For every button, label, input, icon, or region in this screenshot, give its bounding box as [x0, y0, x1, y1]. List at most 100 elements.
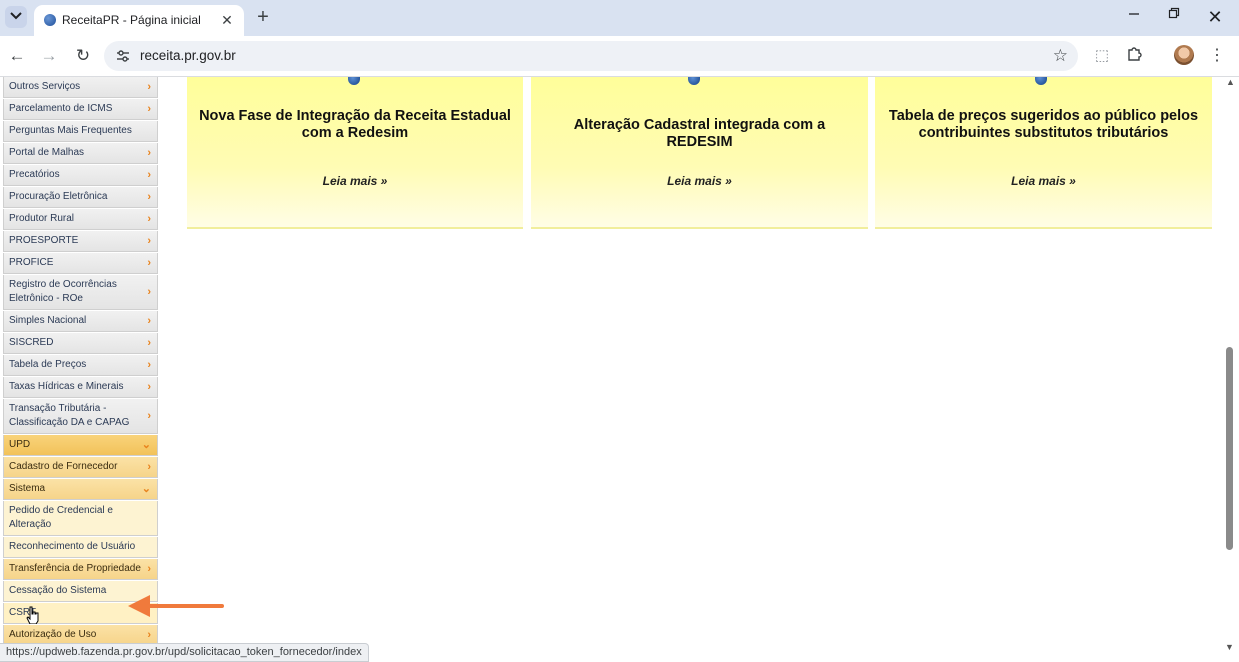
sidebar-menu: Outros Serviços › Parcelamento de ICMS › P… — [3, 77, 160, 647]
sidebar-item-parcelamento-icms[interactable]: Parcelamento de ICMS › — [3, 99, 158, 120]
news-title[interactable]: Tabela de preços sugeridos ao público pe… — [883, 108, 1204, 142]
sidebar-item-label: Procuração Eletrônica — [9, 191, 108, 202]
page-viewport: Outros Serviços › Parcelamento de ICMS › P… — [0, 77, 1239, 661]
sidebar-item-label: Parcelamento de ICMS — [9, 103, 113, 114]
sidebar-item-produtor-rural[interactable]: Produtor Rural › — [3, 209, 158, 230]
sidebar-item-profice[interactable]: PROFICE › — [3, 253, 158, 274]
sidebar-item-cadastro-fornecedor[interactable]: Cadastro de Fornecedor › — [3, 457, 158, 478]
chevron-right-icon: › — [147, 315, 151, 327]
sidebar-item-upd[interactable]: UPD ⌄ — [3, 435, 158, 456]
puzzle-icon — [1128, 47, 1142, 61]
sidebar-item-label: Cessação do Sistema — [9, 585, 107, 596]
sidebar-item-label: Outros Serviços — [9, 81, 81, 92]
new-tab-button[interactable]: + — [252, 6, 274, 28]
close-window-button[interactable]: ✕ — [1202, 6, 1228, 28]
news-card: Nova Fase de Integração da Receita Estad… — [187, 77, 523, 229]
sidebar-item-label: SISCRED — [9, 337, 54, 348]
sidebar-item-label: Reconhecimento de Usuário — [9, 541, 136, 552]
chevron-right-icon: › — [147, 359, 151, 371]
sidebar-item-label: Autorização de Uso — [9, 629, 97, 640]
more-menu-icon[interactable]: ⋮ — [1207, 46, 1227, 66]
read-more-link[interactable]: Leia mais » — [187, 174, 523, 188]
sidebar-item-simples-nacional[interactable]: Simples Nacional › — [3, 311, 158, 332]
chevron-down-icon: ⌄ — [141, 439, 151, 451]
chevron-right-icon: › — [147, 286, 151, 298]
forward-arrow-icon[interactable]: → — [38, 45, 60, 67]
read-more-link[interactable]: Leia mais » — [531, 174, 868, 188]
sidebar-item-transacao[interactable]: Transação Tributária - Classificação DA … — [3, 399, 158, 434]
sidebar-item-outros-servicos[interactable]: Outros Serviços › — [3, 77, 158, 98]
chevron-right-icon: › — [147, 213, 151, 225]
sidebar-item-procuracao[interactable]: Procuração Eletrônica › — [3, 187, 158, 208]
sidebar-item-label: PROESPORTE — [9, 235, 79, 246]
extension-icon[interactable]: ⬚ — [1092, 46, 1112, 66]
news-card: Alteração Cadastral integrada com a REDE… — [531, 77, 868, 229]
chevron-right-icon: › — [147, 410, 151, 422]
sidebar-item-label: Portal de Malhas — [9, 147, 85, 158]
chevron-right-icon: › — [147, 257, 151, 269]
sidebar-item-tabela-precos[interactable]: Tabela de Preços › — [3, 355, 158, 376]
chevron-right-icon: › — [147, 629, 151, 641]
chevron-down-icon: ⌄ — [141, 483, 151, 495]
site-settings-icon[interactable] — [115, 48, 131, 64]
status-url-bar: https://updweb.fazenda.pr.gov.br/upd/sol… — [0, 643, 369, 662]
sidebar-item-sistema[interactable]: Sistema ⌄ — [3, 479, 158, 500]
news-title[interactable]: Alteração Cadastral integrada com a REDE… — [539, 117, 860, 151]
back-arrow-icon[interactable]: ← — [6, 45, 28, 67]
sidebar-item-label: Produtor Rural — [9, 213, 75, 224]
tab-title: ReceitaPR - Página inicial — [62, 13, 201, 27]
bookmark-star-icon[interactable]: ☆ — [1053, 46, 1068, 66]
browser-tab-bar: ReceitaPR - Página inicial ✕ + ✕ — [0, 0, 1239, 36]
sidebar-item-label: Pedido de Credencial e Alteração — [9, 505, 113, 530]
sidebar-item-taxas[interactable]: Taxas Hídricas e Minerais › — [3, 377, 158, 398]
sidebar-item-portal-malhas[interactable]: Portal de Malhas › — [3, 143, 158, 164]
chevron-right-icon: › — [147, 235, 151, 247]
sidebar-item-label: UPD — [9, 439, 31, 450]
chevron-right-icon: › — [147, 103, 151, 115]
sidebar-item-proesporte[interactable]: PROESPORTE › — [3, 231, 158, 252]
url-text[interactable]: receita.pr.gov.br — [140, 48, 236, 63]
sidebar-item-siscred[interactable]: SISCRED › — [3, 333, 158, 354]
extensions-puzzle-icon[interactable] — [1124, 46, 1144, 66]
reload-icon[interactable]: ↻ — [72, 45, 94, 67]
sidebar-item-perguntas[interactable]: Perguntas Mais Frequentes — [3, 121, 158, 142]
sidebar-item-label: PROFICE — [9, 257, 54, 268]
profile-avatar[interactable] — [1174, 45, 1194, 65]
pin-icon — [1035, 77, 1047, 85]
address-bar[interactable]: receita.pr.gov.br ☆ — [104, 41, 1078, 71]
chevron-right-icon: › — [147, 191, 151, 203]
annotation-arrow-icon — [128, 595, 224, 617]
sidebar-item-label: Simples Nacional — [9, 315, 87, 326]
read-more-link[interactable]: Leia mais » — [875, 174, 1212, 188]
sidebar-item-pedido-credencial[interactable]: Pedido de Credencial e Alteração — [3, 501, 158, 536]
close-tab-icon[interactable]: ✕ — [218, 11, 236, 29]
sidebar-item-label: Perguntas Mais Frequentes — [9, 125, 132, 136]
scrollbar-thumb[interactable] — [1226, 347, 1233, 550]
chevron-right-icon: › — [147, 147, 151, 159]
restore-icon — [1168, 7, 1180, 19]
sidebar-item-reconhecimento[interactable]: Reconhecimento de Usuário — [3, 537, 158, 558]
chevron-right-icon: › — [147, 381, 151, 393]
tab-search-button[interactable] — [5, 6, 27, 28]
chevron-right-icon: › — [147, 169, 151, 181]
chevron-down-icon — [10, 12, 22, 20]
active-tab[interactable]: ReceitaPR - Página inicial ✕ — [34, 5, 244, 36]
scroll-down-arrow-icon[interactable]: ▼ — [1225, 642, 1234, 652]
browser-toolbar: ← → ↻ receita.pr.gov.br ☆ ⬚ ⋮ — [0, 36, 1239, 77]
scroll-up-arrow-icon[interactable]: ▲ — [1226, 77, 1235, 87]
sidebar-item-transferencia[interactable]: Transferência de Propriedade › — [3, 559, 158, 580]
restore-button[interactable] — [1161, 6, 1187, 28]
site-favicon-icon — [44, 14, 56, 26]
sidebar-item-label: Transferência de Propriedade — [9, 563, 141, 574]
sidebar-item-label: Transação Tributária - Classificação DA … — [9, 403, 130, 428]
news-title[interactable]: Nova Fase de Integração da Receita Estad… — [195, 108, 515, 142]
sidebar-item-roe[interactable]: Registro de Ocorrências Eletrônico - ROe… — [3, 275, 158, 310]
pin-icon — [348, 77, 360, 85]
sidebar-item-label: Precatórios — [9, 169, 60, 180]
minimize-button[interactable] — [1121, 6, 1147, 28]
chevron-right-icon: › — [147, 461, 151, 473]
chevron-right-icon: › — [147, 563, 151, 575]
sidebar-item-label: Taxas Hídricas e Minerais — [9, 381, 124, 392]
sidebar-item-precatorios[interactable]: Precatórios › — [3, 165, 158, 186]
hand-cursor-icon — [26, 606, 39, 624]
